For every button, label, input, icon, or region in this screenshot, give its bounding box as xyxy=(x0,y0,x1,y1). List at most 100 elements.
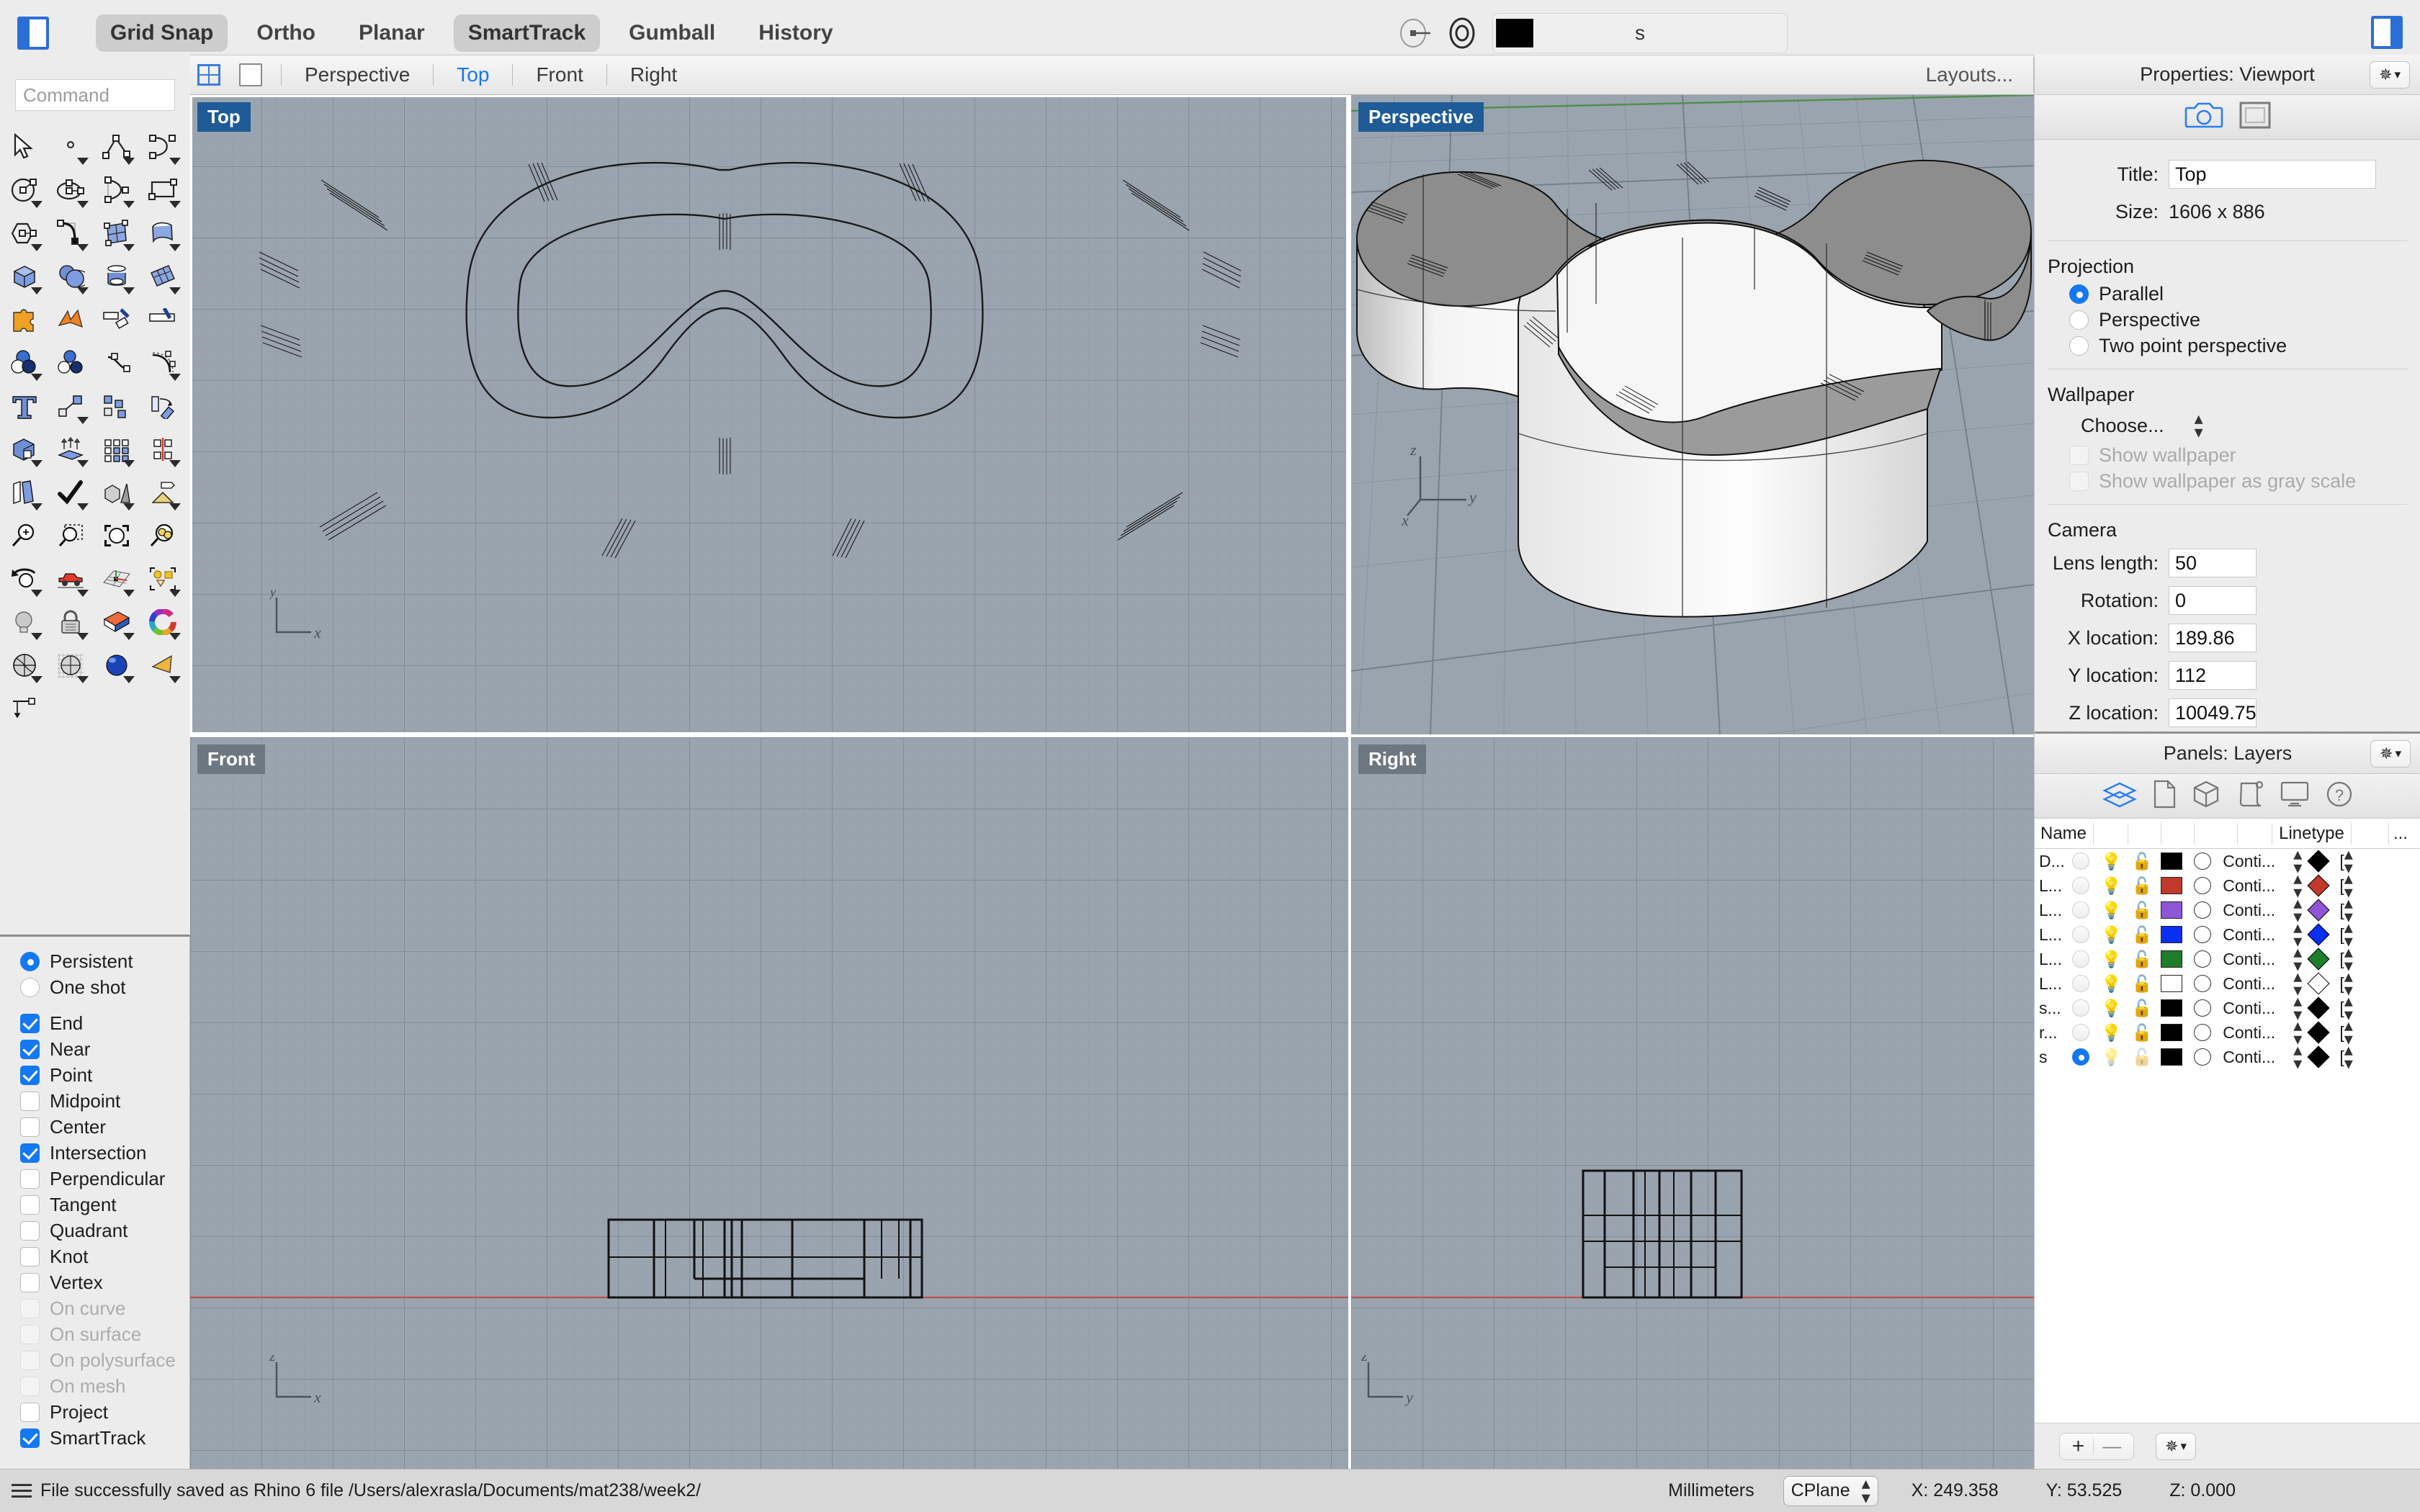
gear-chevron-icon[interactable]: ✵▾ xyxy=(2370,740,2411,768)
rotate-icon[interactable] xyxy=(143,386,183,426)
circle-icon[interactable] xyxy=(4,170,45,210)
single-viewport-icon[interactable] xyxy=(239,63,262,86)
layer-print-color[interactable] xyxy=(2308,874,2330,896)
checkbox-vertex[interactable] xyxy=(20,1273,40,1292)
checkbox-smarttrack[interactable] xyxy=(20,1428,40,1448)
layer-print-color[interactable] xyxy=(2308,948,2330,970)
color-wheel-icon[interactable] xyxy=(143,602,183,642)
z-location-input[interactable]: 10049.75 xyxy=(2169,698,2257,727)
document-icon[interactable] xyxy=(2153,780,2176,812)
layer-color-swatch[interactable] xyxy=(2161,1024,2182,1041)
layer-linetype[interactable]: Conti... xyxy=(2223,999,2292,1018)
layer-current-toggle[interactable] xyxy=(2072,877,2089,894)
ghosted-view-icon[interactable] xyxy=(50,645,91,685)
toggle-history[interactable]: History xyxy=(744,14,847,52)
osnap-near[interactable]: Near xyxy=(20,1036,189,1062)
layer-linetype[interactable]: Conti... xyxy=(2223,925,2292,945)
osnap-quadrant[interactable]: Quadrant xyxy=(20,1218,189,1243)
layer-current-toggle[interactable] xyxy=(2072,999,2089,1017)
split-icon[interactable] xyxy=(143,300,183,340)
checkbox-end[interactable] xyxy=(20,1014,40,1033)
text-icon[interactable] xyxy=(4,386,45,426)
layer-linetype[interactable]: Conti... xyxy=(2223,1023,2292,1043)
tab-top[interactable]: Top xyxy=(452,63,493,86)
column-name[interactable]: Name xyxy=(2035,823,2094,845)
tab-perspective[interactable]: Perspective xyxy=(300,63,414,86)
layer-color-swatch[interactable] xyxy=(2161,852,2182,870)
layer-linetype[interactable]: Conti... xyxy=(2223,901,2292,920)
point-icon[interactable] xyxy=(50,127,91,167)
shaded-view-icon[interactable] xyxy=(4,645,45,685)
light-bulb-icon[interactable]: 💡 xyxy=(2101,876,2122,896)
viewport-label-top[interactable]: Top xyxy=(197,102,251,132)
pan-car-icon[interactable] xyxy=(50,559,91,599)
viewport-frame-icon[interactable] xyxy=(2239,101,2271,133)
layer-material-icon[interactable] xyxy=(2194,999,2211,1017)
layer-current-toggle[interactable] xyxy=(2072,901,2089,919)
add-layer-button[interactable]: + xyxy=(2072,1434,2085,1459)
light-bulb-icon[interactable]: 💡 xyxy=(2101,999,2122,1018)
layer-material-icon[interactable] xyxy=(2194,926,2211,943)
layer-print-color[interactable] xyxy=(2308,972,2330,994)
wallpaper-choose-select[interactable]: Choose... ▴▾ xyxy=(2035,409,2420,442)
viewport-splitter-horizontal[interactable] xyxy=(190,734,1348,737)
checkbox-quadrant[interactable] xyxy=(20,1221,40,1241)
table-row[interactable]: L...💡🔓Conti...▴▾[▴▾ xyxy=(2035,898,2420,922)
layer-material-icon[interactable] xyxy=(2194,975,2211,992)
checkbox-intersection[interactable] xyxy=(20,1143,40,1163)
rendered-view-icon[interactable] xyxy=(97,645,137,685)
toggle-grid-snap[interactable]: Grid Snap xyxy=(96,14,228,52)
dimension-icon[interactable] xyxy=(4,688,45,729)
light-bulb-icon[interactable]: 💡 xyxy=(2101,925,2122,945)
unlock-icon[interactable]: 🔓 xyxy=(2132,999,2153,1018)
layer-color-swatch[interactable] xyxy=(2161,950,2182,968)
layer-linetype[interactable]: Conti... xyxy=(2223,876,2292,896)
osnap-perpendicular[interactable]: Perpendicular xyxy=(20,1166,189,1192)
layer-color-swatch[interactable] xyxy=(2161,975,2182,992)
projection-two-point[interactable]: Two point perspective xyxy=(2035,333,2420,359)
layer-color-swatch[interactable] xyxy=(2161,901,2182,919)
rectangle-icon[interactable] xyxy=(143,170,183,210)
layer-linetype[interactable]: Conti... xyxy=(2223,852,2292,871)
four-viewport-icon[interactable] xyxy=(197,64,220,86)
table-row[interactable]: s💡🔓Conti...▴▾[▴▾ xyxy=(2035,1045,2420,1069)
tab-front[interactable]: Front xyxy=(532,63,587,86)
layer-print-color[interactable] xyxy=(2308,923,2330,945)
osnap-vertex[interactable]: Vertex xyxy=(20,1269,189,1295)
viewport-right[interactable]: Right z y xyxy=(1351,737,2034,1469)
layer-current-toggle[interactable] xyxy=(2072,1024,2089,1041)
column-more[interactable]: ... xyxy=(2389,824,2408,844)
table-row[interactable]: D...💡🔓Conti...▴▾[▴▾ xyxy=(2035,849,2420,873)
layers-icon[interactable] xyxy=(2102,780,2137,811)
osnap-midpoint[interactable]: Midpoint xyxy=(20,1088,189,1114)
table-row[interactable]: r...💡🔓Conti...▴▾[▴▾ xyxy=(2035,1020,2420,1045)
lens-length-input[interactable]: 50 xyxy=(2169,549,2257,577)
tab-right[interactable]: Right xyxy=(626,63,681,86)
rebuild-curve-icon[interactable] xyxy=(143,343,183,383)
radio-two-point-perspective[interactable] xyxy=(2069,336,2089,356)
gear-chevron-icon[interactable]: ✵▾ xyxy=(2156,1433,2196,1460)
light-bulb-icon[interactable]: 💡 xyxy=(2101,974,2122,994)
osnap-target-icon[interactable] xyxy=(1397,14,1435,52)
table-row[interactable]: L...💡🔓Conti...▴▾[▴▾ xyxy=(2035,922,2420,947)
layer-color-swatch[interactable] xyxy=(2161,1048,2182,1066)
zoom-in-out-icon[interactable] xyxy=(4,516,45,556)
zoom-selected-icon[interactable] xyxy=(143,516,183,556)
projection-parallel[interactable]: Parallel xyxy=(2035,281,2420,307)
checkbox-tangent[interactable] xyxy=(20,1195,40,1215)
add-remove-layer-group[interactable]: + — xyxy=(2059,1433,2134,1460)
layer-material-icon[interactable] xyxy=(2194,901,2211,919)
osnap-point[interactable]: Point xyxy=(20,1062,189,1088)
box-icon[interactable] xyxy=(4,256,45,297)
table-row[interactable]: s...💡🔓Conti...▴▾[▴▾ xyxy=(2035,996,2420,1020)
layer-color-swatch[interactable] xyxy=(2161,926,2182,943)
extrude-up-icon[interactable] xyxy=(50,429,91,469)
mesh-plane-icon[interactable] xyxy=(143,256,183,297)
toggle-gumball[interactable]: Gumball xyxy=(614,14,730,52)
cplane-grid-icon[interactable] xyxy=(97,559,137,599)
toggle-smarttrack[interactable]: SmartTrack xyxy=(454,14,600,52)
object-cube-icon[interactable] xyxy=(2192,780,2220,812)
table-row[interactable]: L...💡🔓Conti...▴▾[▴▾ xyxy=(2035,873,2420,898)
unlock-icon[interactable]: 🔓 xyxy=(2132,876,2153,896)
light-bulb-icon[interactable]: 💡 xyxy=(2101,1048,2122,1067)
